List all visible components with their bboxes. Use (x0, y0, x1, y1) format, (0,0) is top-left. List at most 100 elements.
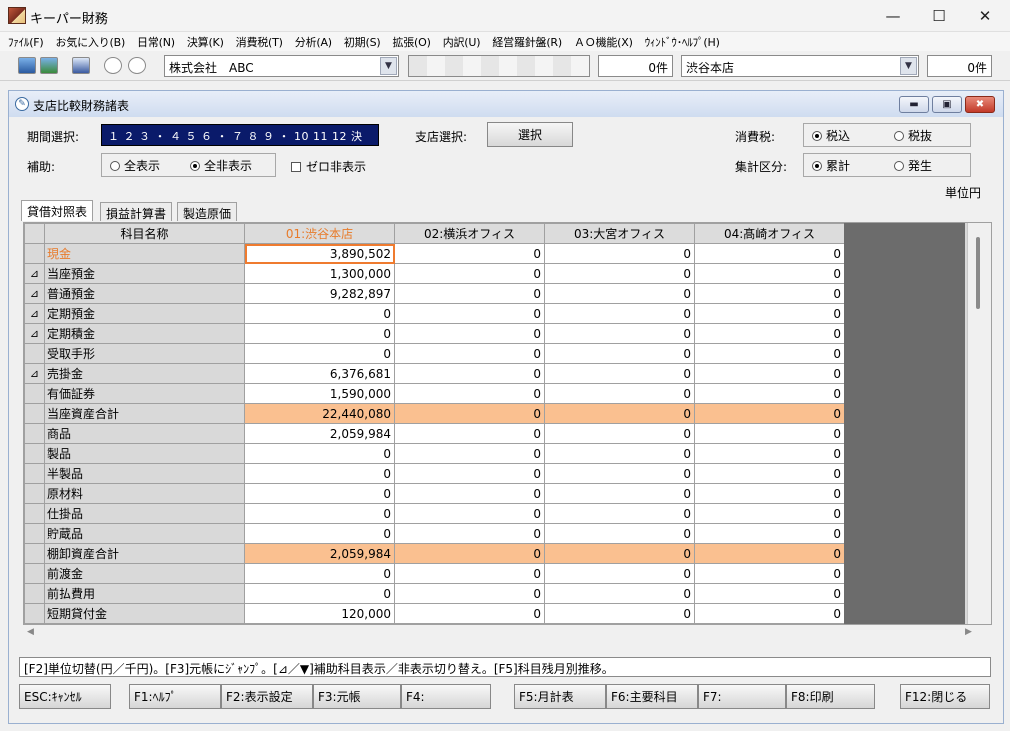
amount-cell[interactable]: 0 (694, 503, 845, 524)
amount-cell[interactable]: 0 (244, 563, 395, 584)
table-row[interactable]: 製品 0 0 0 0 (24, 443, 845, 464)
amount-cell[interactable]: 0 (694, 443, 845, 464)
amount-cell[interactable]: 0 (544, 523, 695, 544)
amount-cell[interactable]: 3,890,502 (244, 243, 395, 264)
menu-daily[interactable]: 日常(N) (137, 34, 175, 50)
tab-income-statement[interactable]: 損益計算書 (100, 202, 173, 221)
amount-cell[interactable]: 0 (244, 443, 395, 464)
table-row[interactable]: 有価証券 1,590,000 0 0 0 (24, 383, 845, 404)
amount-cell[interactable]: 0 (244, 303, 395, 324)
table-row[interactable]: 現金 3,890,502 0 0 0 (24, 243, 845, 264)
amount-cell[interactable]: 0 (244, 483, 395, 504)
amount-cell[interactable]: 0 (544, 463, 695, 484)
f7-button[interactable]: F7: (698, 684, 786, 709)
f3-ledger-button[interactable]: F3:元帳 (313, 684, 401, 709)
menu-window-help[interactable]: ｳｨﾝﾄﾞｳ･ﾍﾙﾌﾟ(H) (645, 34, 720, 50)
child-minimize-icon[interactable]: ▬ (899, 96, 929, 113)
expand-sub-icon[interactable]: ⊿ (24, 363, 45, 384)
table-row[interactable]: 棚卸資産合計 2,059,984 0 0 0 (24, 543, 845, 564)
amount-cell[interactable]: 0 (394, 543, 545, 564)
cumulative-radio[interactable]: 累計 (812, 157, 894, 174)
amount-cell[interactable]: 0 (694, 423, 845, 444)
amount-cell[interactable]: 1,300,000 (244, 263, 395, 284)
header-branch-2[interactable]: 02:横浜オフィス (394, 223, 545, 244)
amount-cell[interactable]: 0 (544, 483, 695, 504)
f6-main-accounts-button[interactable]: F6:主要科目 (606, 684, 698, 709)
table-row[interactable]: ⊿ 定期預金 0 0 0 0 (24, 303, 845, 324)
amount-cell[interactable]: 0 (544, 563, 695, 584)
amount-cell[interactable]: 0 (244, 343, 395, 364)
amount-cell[interactable]: 0 (544, 603, 695, 624)
menu-favorites[interactable]: お気に入り(B) (56, 34, 126, 50)
chevron-down-icon[interactable]: ▼ (380, 57, 397, 75)
amount-cell[interactable]: 0 (544, 583, 695, 604)
menu-compass[interactable]: 経営羅針盤(R) (492, 34, 562, 50)
table-row[interactable]: 原材料 0 0 0 0 (24, 483, 845, 504)
amount-cell[interactable]: 0 (694, 303, 845, 324)
zoom-out-icon[interactable] (128, 57, 146, 74)
table-row[interactable]: 商品 2,059,984 0 0 0 (24, 423, 845, 444)
amount-cell[interactable]: 0 (394, 463, 545, 484)
menu-breakdown[interactable]: 内訳(U) (443, 34, 481, 50)
amount-cell[interactable]: 0 (394, 323, 545, 344)
amount-cell[interactable]: 0 (544, 263, 695, 284)
amount-cell[interactable]: 0 (544, 303, 695, 324)
monitor-icon[interactable] (18, 57, 36, 74)
table-row[interactable]: 仕掛品 0 0 0 0 (24, 503, 845, 524)
company-select[interactable]: 株式会社 ABC ▼ (164, 55, 399, 77)
esc-cancel-button[interactable]: ESC:ｷｬﾝｾﾙ (19, 684, 111, 709)
f12-close-button[interactable]: F12:閉じる (900, 684, 990, 709)
amount-cell[interactable]: 0 (544, 363, 695, 384)
expand-sub-icon[interactable]: ⊿ (24, 323, 45, 344)
amount-cell[interactable]: 0 (694, 583, 845, 604)
amount-cell[interactable]: 22,440,080 (244, 403, 395, 424)
amount-cell[interactable]: 0 (244, 463, 395, 484)
table-row[interactable]: ⊿ 普通預金 9,282,897 0 0 0 (24, 283, 845, 304)
table-row[interactable]: 貯蔵品 0 0 0 0 (24, 523, 845, 544)
amount-cell[interactable]: 0 (544, 503, 695, 524)
period-selector[interactable]: １ ２ ３ ・ ４ ５ ６ ・ ７ ８ ９ ・ 10 11 12 決 (101, 124, 379, 146)
amount-cell[interactable]: 0 (394, 243, 545, 264)
amount-cell[interactable]: 0 (394, 603, 545, 624)
amount-cell[interactable]: 0 (694, 403, 845, 424)
amount-cell[interactable]: 0 (394, 303, 545, 324)
amount-cell[interactable]: 0 (394, 563, 545, 584)
amount-cell[interactable]: 0 (544, 383, 695, 404)
amount-cell[interactable]: 120,000 (244, 603, 395, 624)
menu-extension[interactable]: 拡張(O) (392, 34, 430, 50)
network-icon[interactable] (40, 57, 58, 74)
chevron-down-icon[interactable]: ▼ (900, 57, 917, 75)
amount-cell[interactable]: 0 (394, 263, 545, 284)
scroll-left-icon[interactable]: ◀ (27, 627, 34, 637)
amount-cell[interactable]: 0 (694, 283, 845, 304)
amount-cell[interactable]: 0 (694, 383, 845, 404)
branch-select[interactable]: 渋谷本店 ▼ (681, 55, 919, 77)
amount-cell[interactable]: 0 (394, 363, 545, 384)
show-all-radio[interactable]: 全表示 (110, 157, 190, 174)
amount-cell[interactable]: 2,059,984 (244, 543, 395, 564)
menu-analysis[interactable]: 分析(A) (295, 34, 332, 50)
amount-cell[interactable]: 0 (394, 423, 545, 444)
amount-cell[interactable]: 0 (394, 383, 545, 404)
zoom-in-icon[interactable] (104, 57, 122, 74)
horizontal-scrollbar[interactable]: ◀ ▶ (23, 626, 978, 642)
amount-cell[interactable]: 0 (694, 243, 845, 264)
table-row[interactable]: 短期貸付金 120,000 0 0 0 (24, 603, 845, 624)
child-close-icon[interactable]: ✖ (965, 96, 995, 113)
f4-button[interactable]: F4: (401, 684, 491, 709)
table-row[interactable]: 当座資産合計 22,440,080 0 0 0 (24, 403, 845, 424)
occurrence-radio[interactable]: 発生 (894, 157, 932, 174)
table-row[interactable]: 半製品 0 0 0 0 (24, 463, 845, 484)
amount-cell[interactable]: 0 (394, 283, 545, 304)
vertical-scrollbar[interactable] (967, 223, 991, 624)
amount-cell[interactable]: 2,059,984 (244, 423, 395, 444)
amount-cell[interactable]: 0 (544, 343, 695, 364)
amount-cell[interactable]: 0 (694, 603, 845, 624)
table-row[interactable]: ⊿ 売掛金 6,376,681 0 0 0 (24, 363, 845, 384)
close-icon[interactable]: ✕ (962, 0, 1008, 32)
amount-cell[interactable]: 0 (694, 343, 845, 364)
amount-cell[interactable]: 0 (394, 523, 545, 544)
amount-cell[interactable]: 0 (244, 523, 395, 544)
menu-initial[interactable]: 初期(S) (344, 34, 381, 50)
amount-cell[interactable]: 0 (694, 323, 845, 344)
